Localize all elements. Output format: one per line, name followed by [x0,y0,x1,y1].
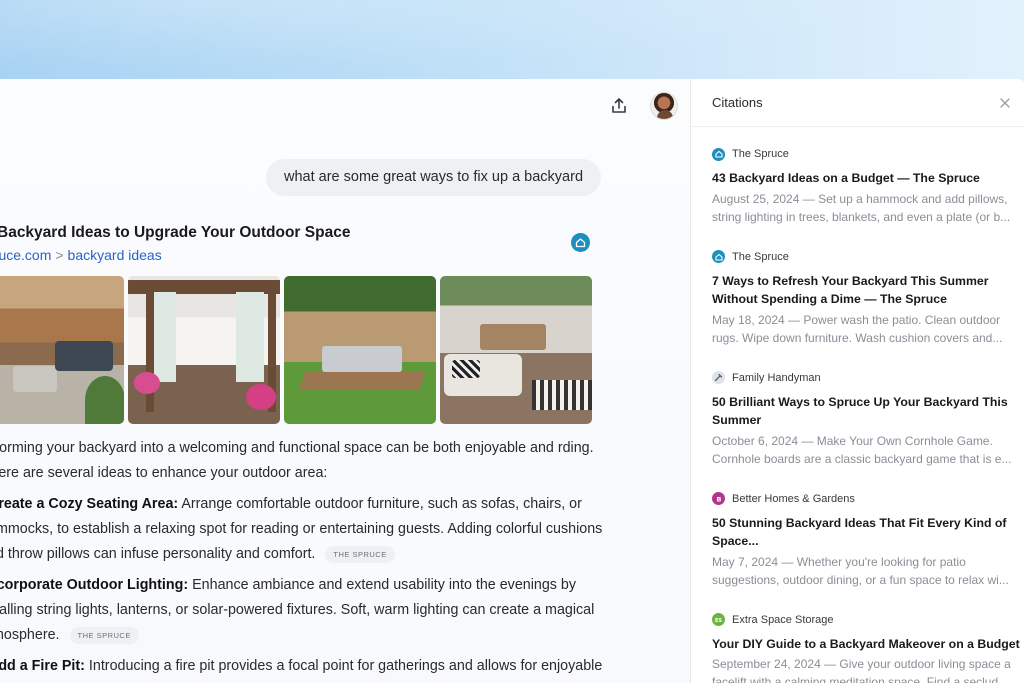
citation-headline[interactable]: 50 Stunning Backyard Ideas That Fit Ever… [712,514,1024,551]
breadcrumb: pruce.com>backyard ideas [0,247,608,263]
citation-source-name: Family Handyman [732,371,821,384]
citation-item[interactable]: The Spruce 7 Ways to Refresh Your Backya… [712,250,1024,347]
breadcrumb-separator: > [55,247,64,263]
citation-source-name: Extra Space Storage [732,613,834,626]
citation-source-name: The Spruce [732,148,789,160]
app-window: what are some great ways to fix up a bac… [0,79,1024,683]
citation-item[interactable]: Family Handyman 50 Brilliant Ways to Spr… [712,371,1024,468]
answer-intro: sforming your backyard into a welcoming … [0,440,594,481]
home-icon [571,233,590,252]
citation-source: B Better Homes & Gardens [712,492,1024,506]
image-gallery [0,276,592,424]
idea-item: Create a Cozy Seating Area: Arrange comf… [0,492,608,567]
idea-text: Introducing a fire pit provides a focal … [88,658,603,674]
close-icon[interactable] [998,96,1012,110]
patio-fence-image[interactable] [0,276,124,424]
user-query-bubble: what are some great ways to fix up a bac… [266,159,602,196]
svg-text:ES: ES [715,618,722,624]
idea-title: Create a Cozy Seating Area: [0,496,179,512]
citations-list: The Spruce 43 Backyard Ideas on a Budget… [691,127,1024,683]
citations-title: Citations [712,95,763,110]
citation-headline[interactable]: 7 Ways to Refresh Your Backyard This Sum… [712,272,1024,309]
answer-body: sforming your backyard into a welcoming … [0,436,608,683]
citation-source-name: Better Homes & Gardens [732,492,855,505]
citation-headline[interactable]: 43 Backyard Ideas on a Budget — The Spru… [712,169,1024,188]
pergola-image[interactable] [128,276,280,424]
spruce-favicon-icon [712,147,725,161]
share-icon[interactable] [608,95,630,117]
citation-source-name: The Spruce [732,250,789,263]
citations-panel: Citations The Spruce 43 Backyard Ideas o… [691,79,1024,683]
citation-headline[interactable]: 50 Brilliant Ways to Spruce Up Your Back… [712,393,1024,430]
bhg-favicon-icon: B [712,492,725,505]
background-gradient [0,0,1024,80]
svg-text:B: B [716,495,721,503]
idea-item: ncorporate Outdoor Lighting: Enhance amb… [0,573,608,648]
citation-tag[interactable]: THE SPRUCE [325,546,395,563]
idea-item: Add a Fire Pit: Introducing a fire pit p… [0,654,608,679]
family-handyman-favicon-icon [712,371,725,384]
citation-tag[interactable]: THE SPRUCE [69,627,139,644]
garden-lounge-image[interactable] [284,276,436,424]
citation-item[interactable]: The Spruce 43 Backyard Ideas on a Budget… [712,147,1024,226]
citation-snippet: September 24, 2024 — Give your outdoor l… [712,657,1011,683]
result-title[interactable]: Backyard Ideas to Upgrade Your Outdoor S… [0,224,608,242]
source-domain[interactable]: pruce.com [0,247,51,263]
source-path[interactable]: backyard ideas [68,247,162,263]
extra-space-favicon-icon: ES [712,613,725,626]
citation-source: ES Extra Space Storage [712,613,1024,627]
spruce-favicon-icon [712,250,725,263]
user-avatar[interactable] [650,92,678,120]
citation-item[interactable]: B Better Homes & Gardens 50 Stunning Bac… [712,492,1024,589]
idea-title: Add a Fire Pit: [0,658,85,674]
search-result-header: Backyard Ideas to Upgrade Your Outdoor S… [0,224,608,263]
citation-snippet: August 25, 2024 — Set up a hammock and a… [712,191,1011,224]
citation-source: Family Handyman [712,371,1024,385]
citation-snippet: May 7, 2024 — Whether you're looking for… [712,554,1009,587]
citation-snippet: May 18, 2024 — Power wash the patio. Cle… [712,312,1003,345]
citation-source: The Spruce [712,250,1024,264]
chat-pane: what are some great ways to fix up a bac… [0,79,690,683]
citation-headline[interactable]: Your DIY Guide to a Backyard Makeover on… [712,635,1024,654]
citation-source: The Spruce [712,147,1024,161]
citation-item[interactable]: ES Extra Space Storage Your DIY Guide to… [712,613,1024,683]
citation-snippet: October 6, 2024 — Make Your Own Cornhole… [712,433,1012,466]
idea-title: ncorporate Outdoor Lighting: [0,577,189,593]
pallet-lounge-image[interactable] [440,276,592,424]
top-actions [608,92,678,120]
citations-header: Citations [691,79,1024,127]
